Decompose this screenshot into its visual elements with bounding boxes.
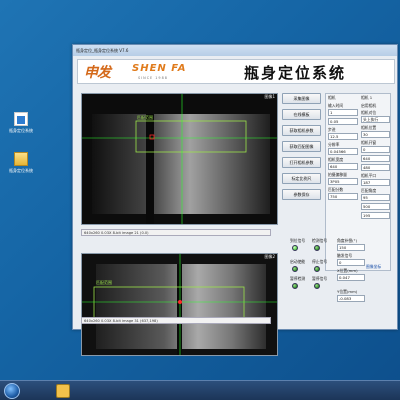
camera-caption-2: 图像2 [264, 254, 275, 259]
brand-logo-sub: SINCE 1988 [138, 76, 168, 80]
roi-label-2: 匹配范围 [96, 279, 112, 285]
window-titlebar[interactable]: 瓶身定位_瓶身定位系统 V7.6 [73, 45, 397, 56]
brand-header: 申发 SHEN FA SINCE 1988 瓶身定位系统 [77, 59, 395, 84]
camera-view-1[interactable]: 匹配范围 图像1 [81, 93, 278, 225]
desktop-icon-label: 瓶身定位系统 [9, 128, 33, 133]
brand-logo-cn: 申发 [84, 65, 111, 81]
form-field[interactable]: 640 [361, 155, 390, 162]
form-field[interactable]: 30 [361, 131, 390, 138]
get-match-image-button[interactable]: 获取匹配图像 [282, 141, 321, 152]
lamp-label: 暂停检测 [290, 276, 306, 281]
stop-signal-lamp [314, 266, 320, 272]
form-field[interactable]: 12.5 [328, 133, 358, 140]
lamp-label: 到位信号 [290, 238, 306, 243]
calibrate-scale-button[interactable]: 标定比例尺 [282, 173, 321, 184]
form-field[interactable]: 480 [361, 164, 390, 171]
desktop-icon-folder[interactable]: 瓶身定位系统 [6, 152, 36, 173]
in-position-lamp [292, 245, 298, 251]
camera-status-1: 640x260 0.03X 8-bit image 21 (0.0) [81, 229, 271, 236]
angle-readout: 150 [337, 244, 365, 251]
form-label: 启用相机 [361, 103, 377, 108]
form-field[interactable]: 750 [328, 193, 358, 200]
folder-icon [14, 152, 28, 166]
desktop-icon-app[interactable]: 瓶身定位系统 [6, 112, 36, 133]
form-field[interactable]: 0 [361, 146, 390, 153]
enable-lamp [292, 266, 298, 272]
app-title: 瓶身定位系统 [244, 64, 347, 82]
app-shortcut-icon [14, 112, 28, 126]
pause-detect-lamp [292, 283, 298, 289]
lamp-label: 启动使能 [290, 259, 306, 264]
brand-logo-en: SHEN FA [132, 63, 187, 74]
trigger-readout: 0 [337, 259, 365, 266]
form-field[interactable]: 3P05 [328, 178, 358, 185]
x-position-readout: 0.047 [337, 274, 365, 281]
roi-label-1: 匹配范围 [137, 114, 153, 120]
window-title: 瓶身定位_瓶身定位系统 V7.6 [76, 47, 129, 53]
action-button-column: 采集图像 在线模板 获取相机参数 获取匹配图像 打开相机参数 标定比例尺 参数保… [282, 93, 321, 205]
form-field[interactable]: 1 [328, 109, 358, 116]
taskbar [0, 380, 400, 400]
detect-signal-lamp [314, 245, 320, 251]
camera-caption-1: 图像1 [264, 94, 275, 99]
form-field[interactable]: 187 [361, 179, 390, 186]
camera-status-2: 640x260 0.03X 8-bit image 31 (637,198) [81, 317, 271, 324]
main-window: 瓶身定位_瓶身定位系统 V7.6 申发 SHEN FA SINCE 1988 瓶… [72, 44, 398, 356]
form-field[interactable]: 0.04566 [328, 148, 358, 155]
form-field[interactable]: 195 [361, 212, 390, 219]
y-position-readout: -0.083 [337, 295, 365, 302]
camera-image-1: 匹配范围 [82, 94, 277, 224]
camera-view-2[interactable]: 匹配范围 图像2 [81, 253, 278, 356]
form-field[interactable]: 640 [328, 163, 358, 170]
pause-signal-lamp [314, 283, 320, 289]
lamp-label: 暂停信号 [312, 276, 328, 281]
form-right-header: 相机 1 [361, 95, 373, 100]
start-button[interactable] [4, 383, 20, 399]
form-left-header: 相机 [328, 95, 336, 100]
capture-image-button[interactable]: 采集图像 [282, 93, 321, 104]
lamp-label: 检测信号 [312, 238, 328, 243]
form-field[interactable]: 500 [361, 203, 390, 210]
save-params-button[interactable]: 参数保存 [282, 189, 321, 200]
folder-taskbar-icon[interactable] [56, 384, 70, 398]
desktop-icon-label: 瓶身定位系统 [9, 168, 33, 173]
camera-image-2: 匹配范围 [82, 254, 277, 355]
form-select[interactable]: 头上执行 [361, 116, 390, 123]
form-field[interactable]: 0.05 [328, 118, 358, 125]
image-coordinates-link[interactable]: 图像坐标 [366, 264, 381, 270]
lamp-label: 停止信号 [312, 259, 328, 264]
open-camera-params-button[interactable]: 打开相机参数 [282, 157, 321, 168]
form-field[interactable]: 95 [361, 194, 390, 201]
get-camera-params-button[interactable]: 获取相机参数 [282, 125, 321, 136]
online-template-button[interactable]: 在线模板 [282, 109, 321, 120]
